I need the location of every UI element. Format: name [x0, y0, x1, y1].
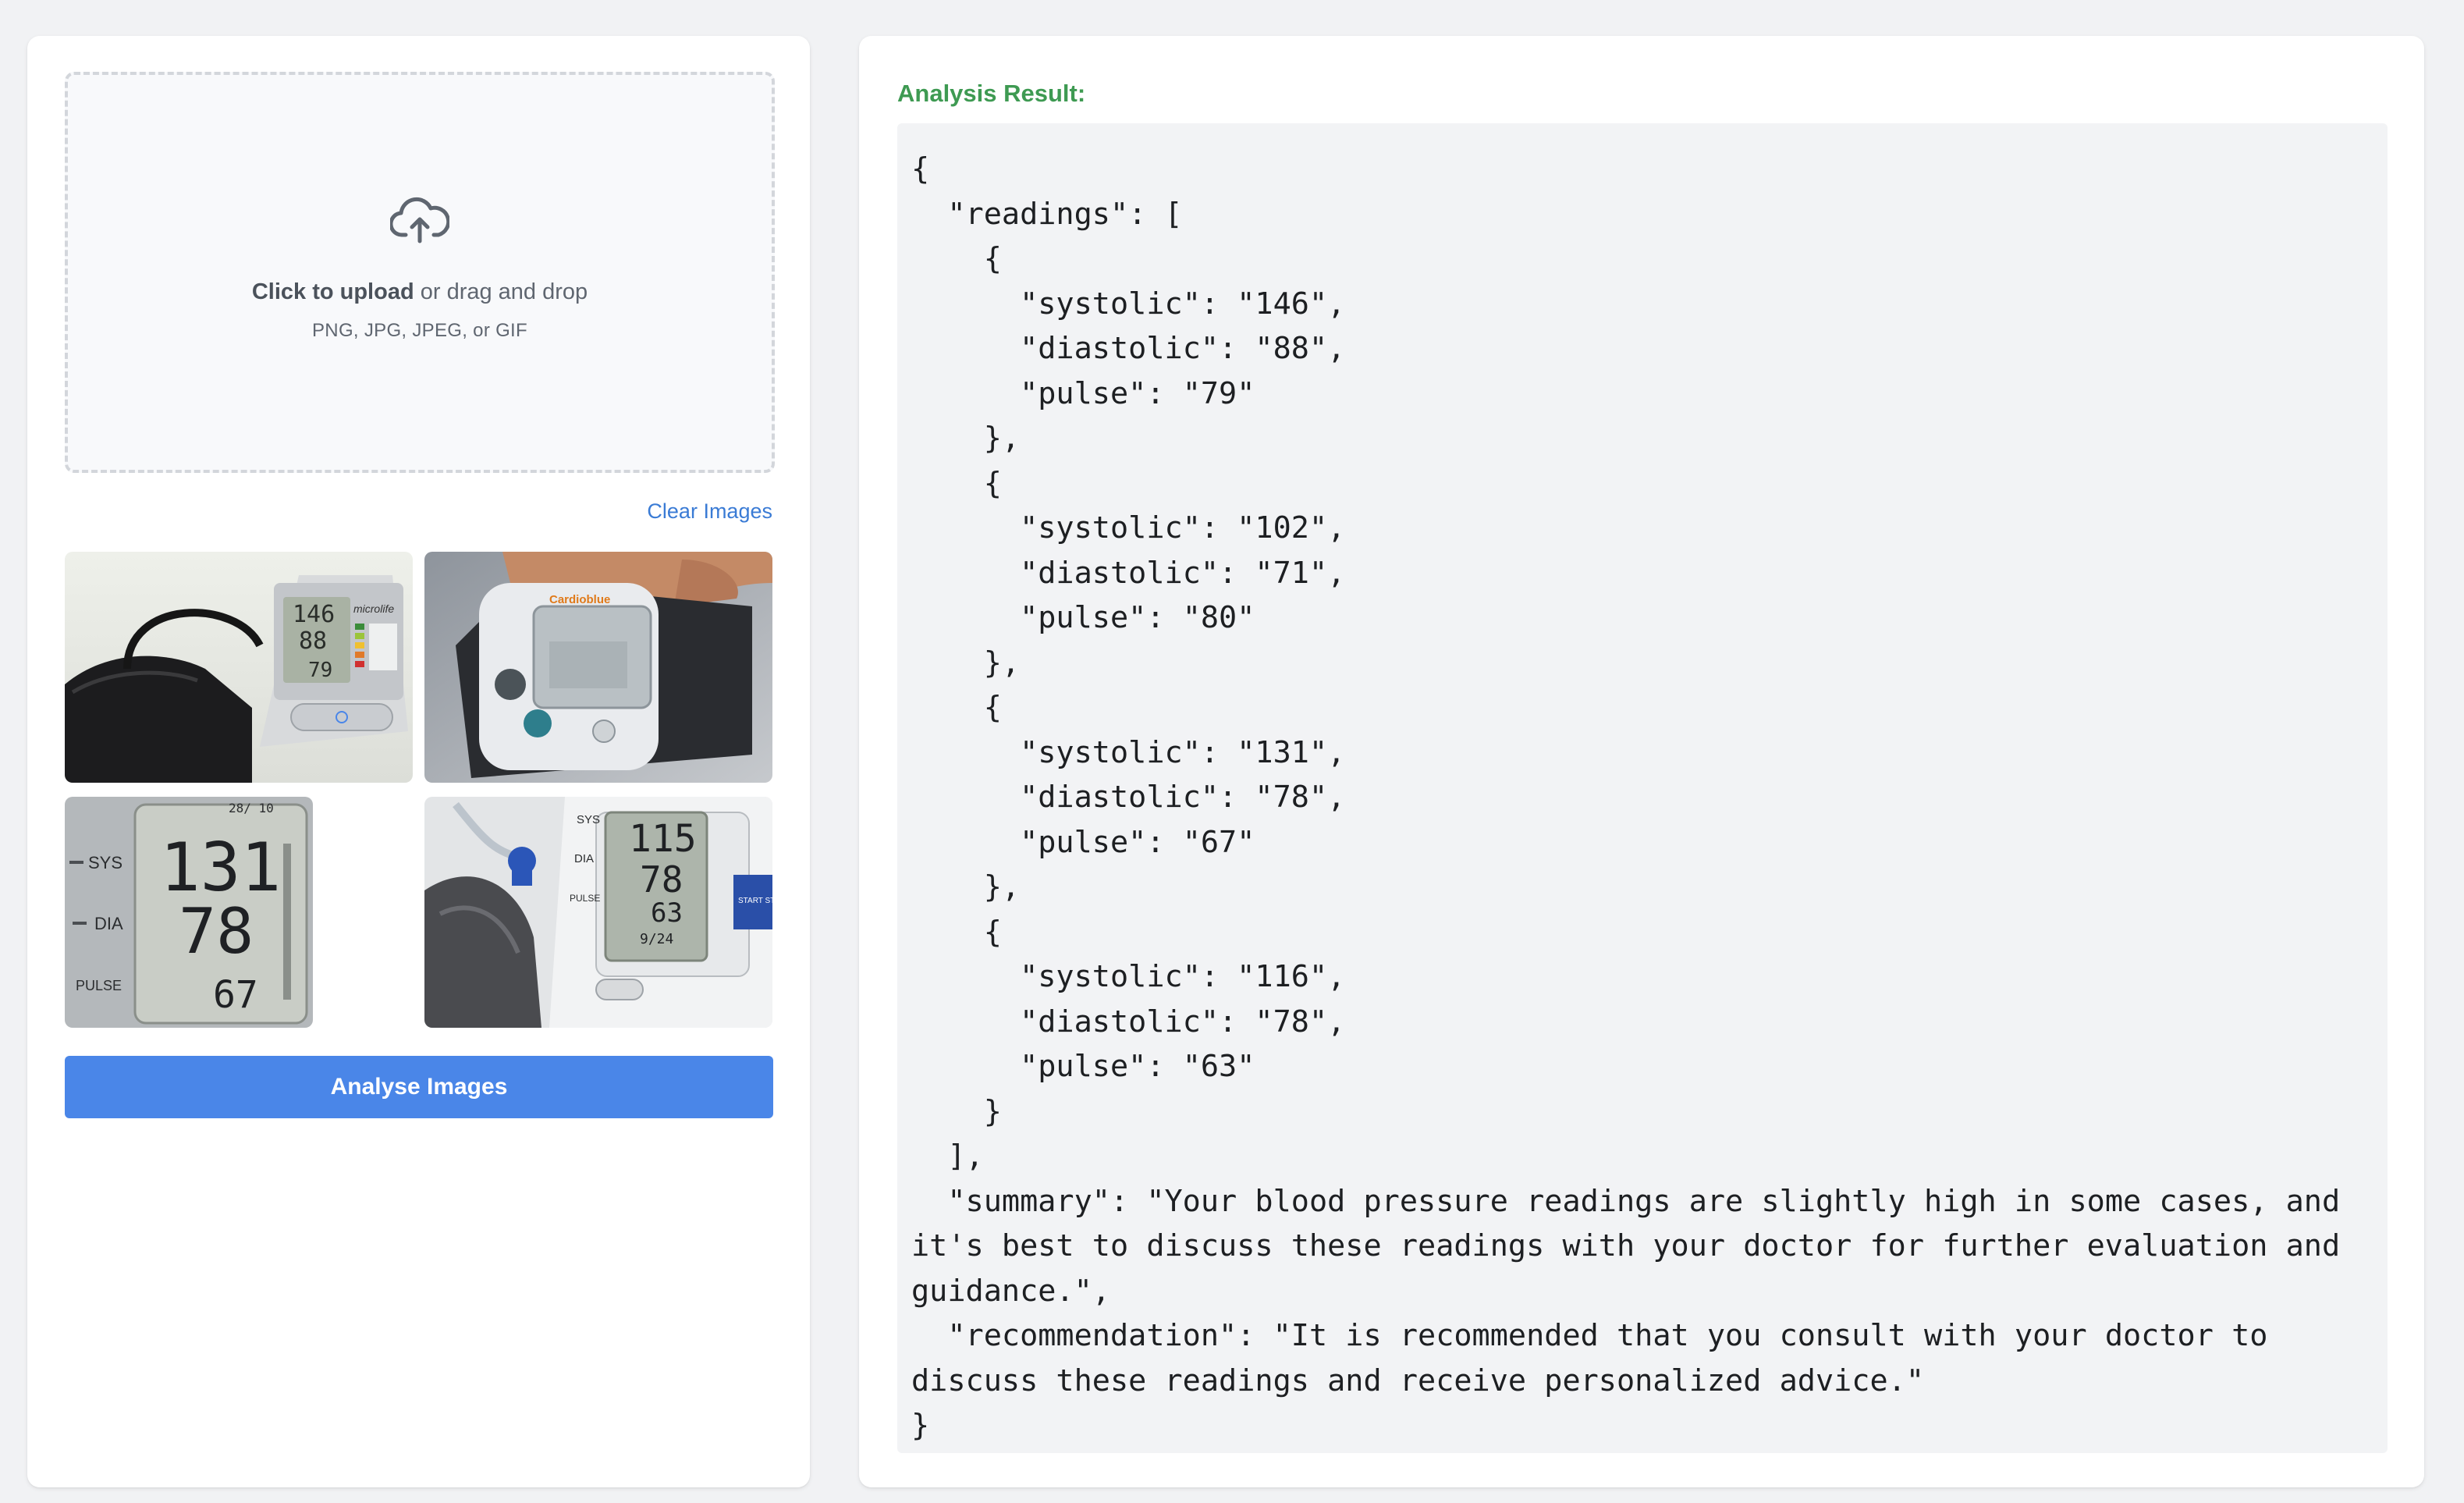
label-dia: DIA: [574, 852, 594, 865]
display-pulse: 67: [213, 973, 258, 1017]
thumbnail-2[interactable]: Cardioblue: [424, 552, 772, 783]
brand-label: Cardioblue: [549, 593, 610, 606]
display-date: 9/24: [640, 931, 673, 947]
cloud-upload-icon: [390, 197, 449, 243]
upload-formats: PNG, JPG, JPEG, or GIF: [312, 320, 527, 341]
display-dia: 88: [299, 627, 327, 655]
label-sys: SYS: [88, 853, 122, 872]
upload-panel: Click to upload or drag and drop PNG, JP…: [27, 36, 810, 1487]
start-stop-label: START STOP: [738, 897, 772, 905]
click-to-upload-text[interactable]: Click to upload: [252, 279, 414, 304]
clear-images-button[interactable]: Clear Images: [647, 499, 772, 524]
wrist-monitor-image: Cardioblue: [424, 552, 772, 783]
thumbnail-4[interactable]: SYS DIA PULSE 115 78 63 9/24 START STOP: [424, 797, 772, 1028]
upload-instruction: Click to upload or drag and drop: [68, 279, 772, 305]
display-date: 28/ 10: [229, 801, 274, 815]
label-sys: SYS: [577, 813, 600, 826]
app-root: Click to upload or drag and drop PNG, JP…: [0, 0, 2464, 1503]
label-pulse: PULSE: [570, 893, 600, 904]
monitor-display-closeup-image: SYS DIA PULSE 28/ 10 131 78 67: [65, 797, 313, 1028]
display-pulse: 79: [308, 659, 332, 682]
analyse-images-button[interactable]: Analyse Images: [65, 1056, 773, 1118]
brand-label: microlife: [353, 602, 394, 615]
result-panel: Analysis Result: { "readings": [ { "syst…: [859, 36, 2424, 1487]
upper-arm-monitor-image: SYS DIA PULSE 115 78 63 9/24 START STOP: [424, 797, 772, 1028]
display-sys: 146: [293, 601, 335, 628]
thumbnail-1[interactable]: 146 88 79 microlife: [65, 552, 413, 783]
upload-dropzone[interactable]: Click to upload or drag and drop PNG, JP…: [65, 72, 775, 473]
display-dia: 78: [640, 858, 683, 901]
result-title: Analysis Result:: [897, 80, 1086, 107]
display-pulse: 63: [651, 897, 683, 929]
display-dia: 78: [179, 895, 254, 968]
drag-drop-text: or drag and drop: [414, 279, 588, 304]
label-pulse: PULSE: [76, 978, 122, 993]
blood-pressure-monitor-image: 146 88 79 microlife: [65, 552, 413, 783]
label-dia: DIA: [94, 914, 123, 933]
display-sys: 115: [629, 817, 697, 861]
result-json-text: { "readings": [ { "systolic": "146", "di…: [911, 151, 2341, 1443]
thumbnail-3[interactable]: SYS DIA PULSE 28/ 10 131 78 67: [65, 797, 313, 1028]
result-output: { "readings": [ { "systolic": "146", "di…: [897, 123, 2388, 1453]
